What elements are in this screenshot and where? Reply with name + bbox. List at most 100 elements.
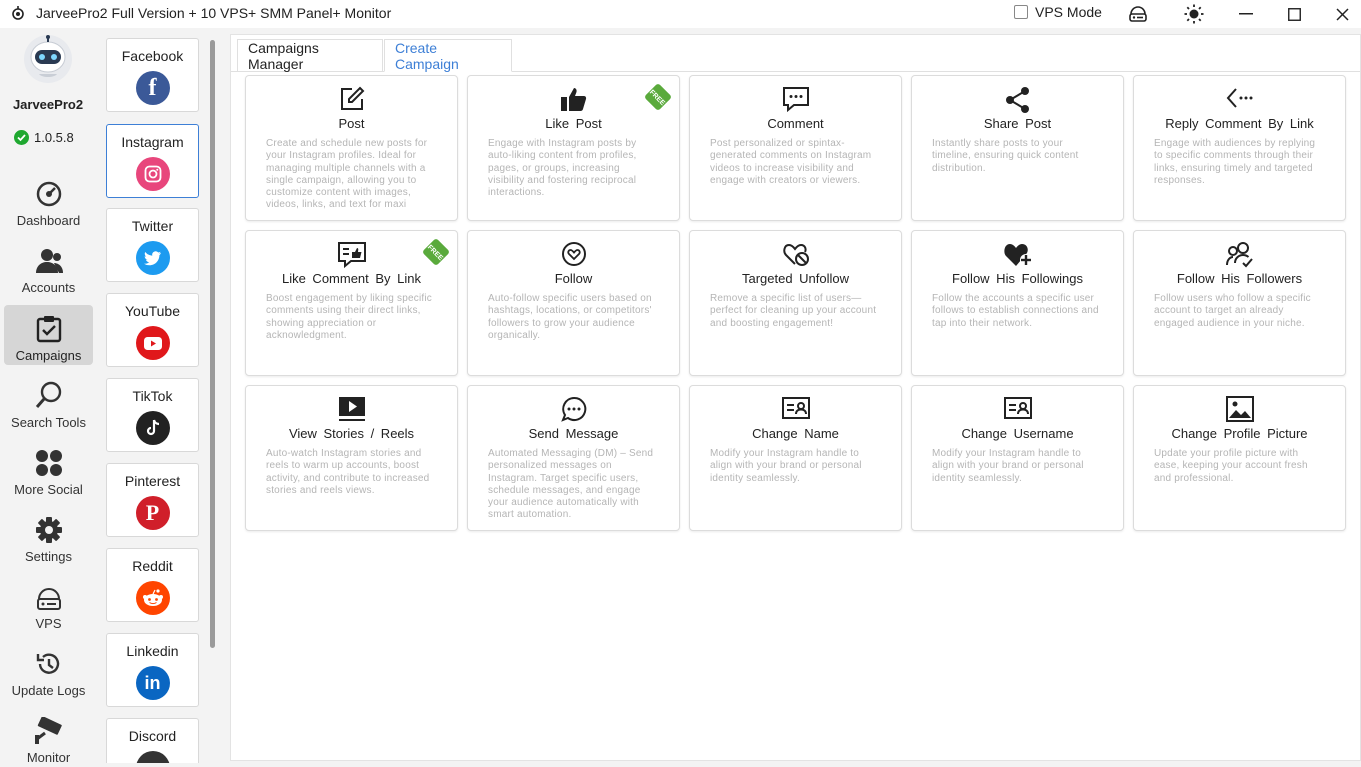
card-description: Modify your Instagram handle to align wi… xyxy=(710,448,862,484)
card-title: Comment xyxy=(767,116,824,131)
follow-heart-icon xyxy=(561,242,586,266)
id-card-icon xyxy=(1003,397,1032,419)
social-pinterest[interactable]: Pinterest P xyxy=(106,463,199,537)
play-icon xyxy=(338,397,365,421)
message-icon xyxy=(560,396,586,422)
nav-monitor[interactable]: Monitor xyxy=(4,707,93,767)
vps-server-icon[interactable] xyxy=(1128,4,1148,24)
nav-dashboard[interactable]: Dashboard xyxy=(4,170,93,230)
nav-dashboard-label: Dashboard xyxy=(16,213,81,228)
campaign-card-post[interactable]: Post Create and schedule new posts for y… xyxy=(245,75,458,221)
social-discord[interactable]: Discord xyxy=(106,718,199,763)
campaign-card-follow-his-followings[interactable]: Follow His Followings Follow the account… xyxy=(911,230,1124,376)
pinterest-icon: P xyxy=(135,496,170,530)
nav-settings[interactable]: Settings xyxy=(4,506,93,566)
facebook-icon: f xyxy=(135,71,170,105)
title-bar: JarveePro2 Full Version + 10 VPS+ SMM Pa… xyxy=(0,0,1361,28)
card-title: Share Post xyxy=(983,116,1052,131)
campaign-card-follow[interactable]: Follow Auto-follow specific users based … xyxy=(467,230,680,376)
social-linkedin-label: Linkedin xyxy=(126,643,179,659)
social-list-scrollbar[interactable] xyxy=(210,40,215,648)
nav-update-logs-label: Update Logs xyxy=(11,683,86,698)
edit-icon xyxy=(340,86,364,110)
nav-campaigns[interactable]: Campaigns xyxy=(4,305,93,365)
card-description: Remove a specific list of users—perfect … xyxy=(710,293,877,329)
tab-bar: Campaigns Manager Create Campaign xyxy=(231,35,1360,72)
linkedin-icon: in xyxy=(135,666,170,700)
card-title: Follow His Followers xyxy=(1176,271,1303,286)
nav-more-social[interactable]: More Social xyxy=(4,439,93,499)
like-comment-icon xyxy=(337,242,366,269)
version-info: 1.0.5.8 xyxy=(14,130,74,145)
campaign-card-reply-comment[interactable]: Reply Comment By Link Engage with audien… xyxy=(1133,75,1346,221)
nav-search-tools-label: Search Tools xyxy=(11,415,86,430)
campaign-card-share-post[interactable]: Share Post Instantly share posts to your… xyxy=(911,75,1124,221)
card-title: Post xyxy=(338,116,365,131)
social-twitter[interactable]: Twitter xyxy=(106,208,199,282)
discord-icon xyxy=(135,751,170,763)
social-instagram[interactable]: Instagram xyxy=(106,124,199,198)
card-title: Change Profile Picture xyxy=(1171,426,1308,441)
campaign-card-change-username[interactable]: Change Username Modify your Instagram ha… xyxy=(911,385,1124,531)
heart-plus-icon xyxy=(1003,244,1032,266)
campaign-card-view-stories-reels[interactable]: View Stories / Reels Auto-watch Instagra… xyxy=(245,385,458,531)
vps-mode-checkbox[interactable] xyxy=(1014,5,1028,19)
card-description: Modify your Instagram handle to align wi… xyxy=(932,448,1084,484)
nav-vps[interactable]: VPS xyxy=(4,573,93,633)
tab-campaigns-manager[interactable]: Campaigns Manager xyxy=(237,39,383,72)
youtube-icon xyxy=(135,326,170,360)
card-description: Create and schedule new posts for your I… xyxy=(266,138,428,211)
campaign-card-like-comment-by-link[interactable]: FREE Like Comment By Link Boost engageme… xyxy=(245,230,458,376)
card-title: Like Post xyxy=(545,116,602,131)
card-description: Follow the accounts a specific user foll… xyxy=(932,293,1099,329)
nav-update-logs[interactable]: Update Logs xyxy=(4,640,93,700)
campaign-card-change-name[interactable]: Change Name Modify your Instagram handle… xyxy=(689,385,902,531)
social-tiktok[interactable]: TikTok xyxy=(106,378,199,452)
more-social-icon xyxy=(35,450,62,476)
social-reddit[interactable]: Reddit xyxy=(106,548,199,622)
social-tiktok-label: TikTok xyxy=(132,388,173,404)
close-icon[interactable] xyxy=(1332,4,1352,24)
nav-campaigns-label: Campaigns xyxy=(15,348,82,363)
card-description: Post personalized or spintax-generated c… xyxy=(710,138,872,186)
main-panel: Campaigns Manager Create Campaign Post C… xyxy=(230,34,1361,761)
nav-accounts[interactable]: Accounts xyxy=(4,237,93,297)
maximize-icon[interactable] xyxy=(1284,4,1304,24)
card-title: Like Comment By Link xyxy=(281,271,422,286)
nav-more-social-label: More Social xyxy=(14,482,83,497)
reddit-icon xyxy=(135,581,170,615)
nav-accounts-label: Accounts xyxy=(21,280,76,295)
users-check-icon xyxy=(1225,242,1253,268)
card-title: Change Name xyxy=(752,426,839,441)
reply-icon xyxy=(1226,88,1252,108)
card-title: Targeted Unfollow xyxy=(741,271,850,286)
brand-name: JarveePro2 xyxy=(12,97,84,112)
robot-avatar-icon xyxy=(24,35,72,83)
campaign-card-targeted-unfollow[interactable]: Targeted Unfollow Remove a specific list… xyxy=(689,230,902,376)
social-discord-label: Discord xyxy=(128,728,177,744)
campaign-card-change-profile-picture[interactable]: Change Profile Picture Update your profi… xyxy=(1133,385,1346,531)
card-description: Boost engagement by liking specific comm… xyxy=(266,293,432,341)
campaign-card-comment[interactable]: Comment Post personalized or spintax-gen… xyxy=(689,75,902,221)
social-facebook[interactable]: Facebook f xyxy=(106,38,199,112)
nav-settings-label: Settings xyxy=(25,549,72,564)
nav-search-tools[interactable]: Search Tools xyxy=(4,372,93,432)
comment-icon xyxy=(782,87,809,112)
social-instagram-label: Instagram xyxy=(121,134,184,150)
campaign-card-follow-his-followers[interactable]: Follow His Followers Follow users who fo… xyxy=(1133,230,1346,376)
accounts-icon xyxy=(35,249,63,273)
social-pinterest-label: Pinterest xyxy=(124,473,181,489)
minimize-icon[interactable] xyxy=(1236,4,1256,24)
card-title: Follow His Followings xyxy=(952,271,1083,286)
vps-mode-toggle[interactable]: VPS Mode xyxy=(1014,4,1102,20)
campaign-card-send-message[interactable]: Send Message Automated Messaging (DM) – … xyxy=(467,385,680,531)
social-youtube[interactable]: YouTube xyxy=(106,293,199,367)
social-linkedin[interactable]: Linkedin in xyxy=(106,633,199,707)
free-badge-icon: FREE xyxy=(423,239,449,265)
card-description: Instantly share posts to your timeline, … xyxy=(932,138,1079,174)
campaign-card-like-post[interactable]: FREE Like Post Engage with Instagram pos… xyxy=(467,75,680,221)
theme-sun-icon[interactable] xyxy=(1184,4,1204,24)
dashboard-icon xyxy=(36,181,61,207)
tab-create-campaign[interactable]: Create Campaign xyxy=(384,39,512,72)
id-card-icon xyxy=(781,397,810,419)
